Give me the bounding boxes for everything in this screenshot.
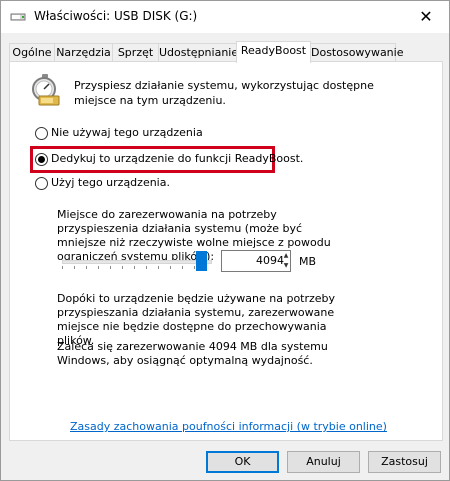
readyboost-stopwatch-icon bbox=[27, 72, 63, 108]
slider-tick bbox=[98, 266, 99, 269]
recommendation-text: Zaleca się zarezerwowanie 4094 MB dla sy… bbox=[57, 340, 328, 367]
reserve-size-spinner[interactable]: ▲ ▼ bbox=[282, 251, 290, 271]
spin-down-icon[interactable]: ▼ bbox=[282, 261, 290, 271]
apply-button[interactable]: Zastosuj bbox=[368, 451, 441, 473]
tab-ogolne[interactable]: Ogólne bbox=[9, 43, 55, 62]
title-bar: Właściwości: USB DISK (G:) ✕ bbox=[1, 1, 449, 33]
tab-sprzet[interactable]: Sprzęt bbox=[112, 43, 159, 62]
slider-ticks bbox=[62, 266, 212, 270]
slider-tick bbox=[182, 266, 183, 269]
radio-use-device[interactable] bbox=[35, 177, 48, 190]
radio-dedicate-label[interactable]: Dedykuj to urządzenie do funkcji ReadyBo… bbox=[51, 152, 303, 166]
slider-tick bbox=[62, 266, 63, 269]
slider-tick bbox=[170, 266, 171, 269]
reserve-slider-track[interactable] bbox=[62, 260, 212, 264]
tab-udostepnianie[interactable]: Udostępnianie bbox=[158, 43, 238, 62]
close-button[interactable]: ✕ bbox=[403, 1, 449, 33]
properties-dialog: Właściwości: USB DISK (G:) ✕ Ogólne Narz… bbox=[0, 0, 450, 481]
ok-button[interactable]: OK bbox=[206, 451, 279, 473]
radio-do-not-use-label[interactable]: Nie używaj tego urządzenia bbox=[51, 126, 203, 140]
tab-narzedzia[interactable]: Narzędzia bbox=[54, 43, 113, 62]
reserve-unit-label: MB bbox=[299, 255, 317, 268]
usb-drive-icon bbox=[10, 11, 26, 23]
radio-use-device-label[interactable]: Użyj tego urządzenia. bbox=[51, 176, 170, 190]
tab-readyboost[interactable]: ReadyBoost bbox=[236, 41, 311, 63]
spin-up-icon[interactable]: ▲ bbox=[282, 251, 290, 261]
readyboost-panel: Przyspiesz działanie systemu, wykorzystu… bbox=[9, 61, 443, 441]
slider-tick bbox=[146, 266, 147, 269]
slider-tick bbox=[110, 266, 111, 269]
slider-tick bbox=[122, 266, 123, 269]
slider-tick bbox=[86, 266, 87, 269]
reserve-slider-thumb[interactable] bbox=[196, 251, 207, 271]
slider-tick bbox=[194, 266, 195, 269]
window-title: Właściwości: USB DISK (G:) bbox=[34, 9, 198, 23]
slider-tick bbox=[158, 266, 159, 269]
reserve-size-input[interactable]: 4094 bbox=[221, 250, 291, 272]
slider-tick bbox=[74, 266, 75, 269]
tab-dostosowywanie[interactable]: Dostosowywanie bbox=[310, 43, 403, 62]
radio-do-not-use[interactable] bbox=[35, 127, 48, 140]
readyboost-intro: Przyspiesz działanie systemu, wykorzystu… bbox=[74, 79, 374, 107]
radio-dedicate[interactable] bbox=[35, 153, 48, 166]
cancel-button[interactable]: Anuluj bbox=[287, 451, 360, 473]
privacy-policy-link[interactable]: Zasady zachowania poufności informacji (… bbox=[70, 420, 387, 433]
slider-tick bbox=[134, 266, 135, 269]
